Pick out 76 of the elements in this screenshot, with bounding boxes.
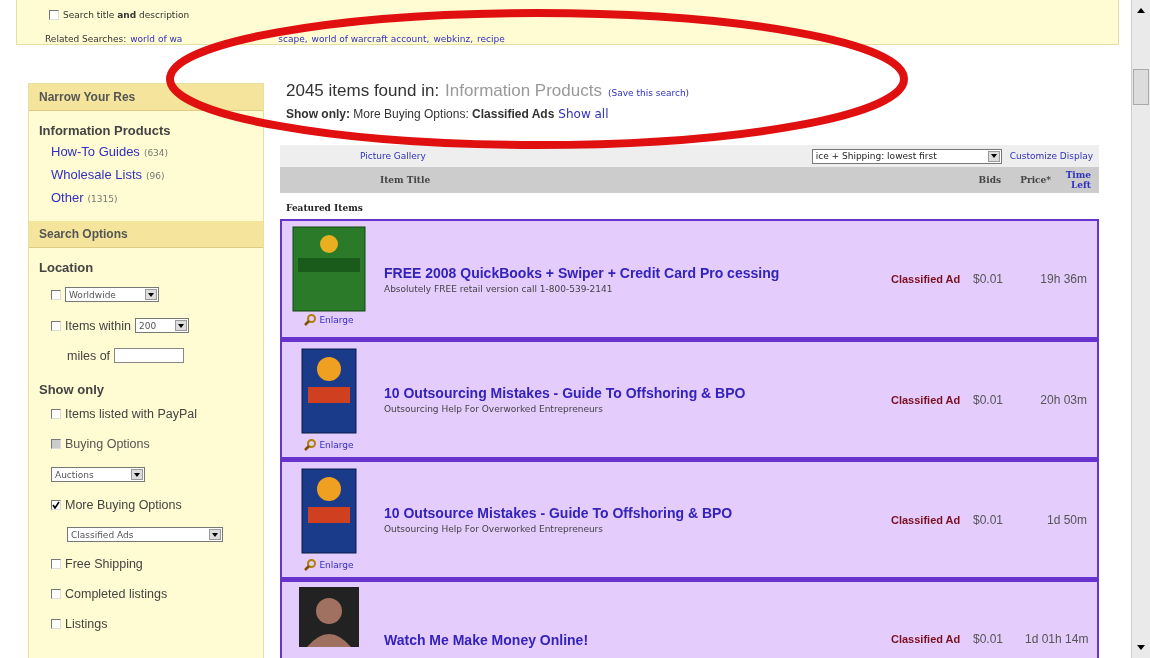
listing-subtitle: Outsourcing Help For Overworked Entrepreneurs xyxy=(384,524,604,534)
related-link[interactable]: webkinz, xyxy=(433,34,474,44)
category-heading: Information Products xyxy=(38,122,172,140)
magnifier-icon xyxy=(304,314,317,326)
checkbox[interactable] xyxy=(51,289,61,300)
listing-subtitle: Absolutely FREE retail version call 1-800-539-2141 xyxy=(384,283,614,294)
customize-link[interactable]: Customize Display xyxy=(1009,151,1093,161)
time-left: 20h 03m xyxy=(1039,392,1087,407)
sort-dropdown[interactable]: ice + Shipping: lowest first xyxy=(811,148,1002,164)
listing-format: Classified Ad xyxy=(891,393,962,406)
column-header: Item Title xyxy=(380,175,432,185)
related-label: Related Searches: xyxy=(45,34,127,44)
related-link[interactable]: scape, xyxy=(278,34,308,44)
section-heading: Show only xyxy=(38,381,105,399)
checkbox[interactable] xyxy=(51,619,61,629)
checkbox[interactable] xyxy=(51,589,61,599)
listing-price: $0.01 xyxy=(973,272,1005,286)
view-tab[interactable]: Picture Gallery xyxy=(360,151,426,161)
listing-title[interactable]: Watch Me Make Money Online! xyxy=(384,632,875,648)
option-label: More Buying Options xyxy=(65,498,182,512)
category-link[interactable]: Other (1315) xyxy=(29,186,263,209)
category-link[interactable]: Wholesale Lists (96) xyxy=(29,163,263,186)
listing-title[interactable]: 10 Outsource Mistakes - Guide To Offshoring & BPO xyxy=(384,505,875,521)
checkbox[interactable] xyxy=(51,320,61,331)
scrollbar[interactable] xyxy=(1131,0,1150,658)
dropdown[interactable]: Worldwide xyxy=(65,287,159,302)
checkbox[interactable] xyxy=(51,409,61,419)
option-label: Completed listings xyxy=(65,587,168,601)
option-label: Items listed with PayPal xyxy=(65,407,197,421)
dropdown[interactable]: 200 xyxy=(135,318,189,333)
panel-heading: Narrow Your Res xyxy=(29,84,263,111)
person-silhouette xyxy=(299,587,359,647)
section-label: Featured Items xyxy=(285,202,364,215)
location-input[interactable] xyxy=(114,348,185,363)
enlarge-link[interactable]: Enlarge xyxy=(319,560,354,570)
time-left: 19h 36m xyxy=(1039,272,1087,286)
option-label: Items within xyxy=(65,318,131,333)
enlarge-link[interactable]: Enlarge xyxy=(319,440,354,450)
category-name: Information Products xyxy=(445,81,602,101)
checkbox[interactable] xyxy=(51,500,61,510)
related-link[interactable]: world of warcraft account, xyxy=(311,34,430,44)
show-all-link[interactable]: Show all xyxy=(558,107,609,121)
listing-subtitle: Outsourcing Help For Overworked Entrepreneurs xyxy=(384,404,604,414)
checkbox[interactable] xyxy=(49,10,59,20)
listing-title[interactable]: 10 Outsourcing Mistakes - Guide To Offshoring & BPO xyxy=(384,385,875,401)
dropdown[interactable]: Classified Ads xyxy=(67,527,223,542)
magnifier-icon xyxy=(304,439,317,451)
results-count: 2045 items found in: xyxy=(286,81,440,101)
magnifier-icon xyxy=(304,559,317,571)
listing-format: Classified Ad xyxy=(891,273,962,285)
save-search-link[interactable]: (Save this search) xyxy=(607,88,690,98)
time-left: 1d 01h 14m xyxy=(1025,632,1087,646)
time-left: 1d 50m xyxy=(1045,512,1087,527)
related-link[interactable]: world of wa xyxy=(130,34,183,44)
filter-summary: Show only: More Buying Options: Classified Ads xyxy=(286,107,555,121)
listing-title[interactable]: FREE 2008 QuickBooks + Swiper + Credit Card Pro cessing xyxy=(384,264,875,281)
option-label: miles of xyxy=(67,348,111,363)
listing-price: $0.01 xyxy=(973,512,1005,527)
enlarge-link[interactable]: Enlarge xyxy=(319,315,354,325)
checkbox[interactable] xyxy=(51,559,61,569)
option-label: Listings xyxy=(65,617,108,631)
option-label: Search title and description xyxy=(63,10,190,20)
option-label: Free Shipping xyxy=(65,557,143,571)
option-label: Buying Options xyxy=(65,437,150,451)
related-link[interactable]: recipe xyxy=(477,34,505,44)
category-link[interactable]: How-To Guides (634) xyxy=(29,140,263,163)
column-header: Price* xyxy=(1019,175,1051,185)
listing-format: Classified Ad xyxy=(891,513,962,526)
listing-price: $0.01 xyxy=(973,392,1005,407)
column-header: Bids xyxy=(977,175,1001,185)
dropdown[interactable]: Auctions xyxy=(51,467,145,482)
listing-format: Classified Ad xyxy=(891,633,962,645)
column-header: Time Left xyxy=(1064,170,1091,190)
section-heading: Location xyxy=(38,259,95,277)
listing-price: $0.01 xyxy=(973,632,1005,646)
panel-heading: Search Options xyxy=(29,221,263,248)
